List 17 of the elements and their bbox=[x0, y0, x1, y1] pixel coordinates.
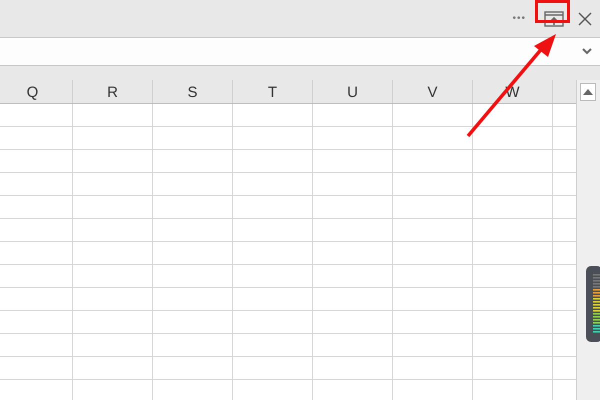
highlight-frame bbox=[535, 0, 570, 24]
column-header[interactable]: R bbox=[73, 80, 153, 103]
triangle-up-icon bbox=[583, 89, 593, 95]
column-header[interactable]: Q bbox=[0, 80, 73, 103]
more-options[interactable]: ••• bbox=[512, 13, 526, 24]
column-header[interactable]: S bbox=[153, 80, 233, 103]
window-arrow-up-icon bbox=[544, 10, 564, 26]
column-header[interactable]: U bbox=[313, 80, 393, 103]
close-icon bbox=[578, 12, 592, 26]
cell-grid[interactable] bbox=[0, 104, 576, 400]
vertical-scrollbar[interactable] bbox=[576, 80, 600, 400]
column-header[interactable]: V bbox=[393, 80, 473, 103]
restore-window-button[interactable] bbox=[542, 8, 566, 28]
scroll-up-button[interactable] bbox=[580, 83, 596, 101]
close-button[interactable] bbox=[576, 10, 594, 28]
chevron-down-icon[interactable] bbox=[582, 48, 592, 55]
column-header[interactable]: T bbox=[233, 80, 313, 103]
